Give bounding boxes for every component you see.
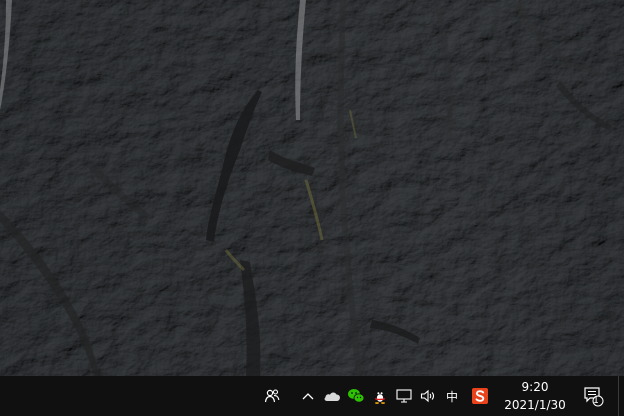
system-clock[interactable]: 9:20 2021/1/30 xyxy=(496,376,574,416)
desktop-screen: 中 9:20 2021/1/30 1 xyxy=(0,0,624,416)
desktop-wallpaper xyxy=(0,0,624,376)
show-desktop-button[interactable] xyxy=(618,376,624,416)
wechat-icon[interactable] xyxy=(345,376,367,416)
clock-date: 2021/1/30 xyxy=(504,398,566,412)
volume-icon[interactable] xyxy=(418,376,438,416)
taskbar: 中 9:20 2021/1/30 1 xyxy=(0,376,624,416)
clock-time: 9:20 xyxy=(521,380,549,394)
show-hidden-icons-chevron[interactable] xyxy=(300,376,316,416)
ime-mode-label: 中 xyxy=(445,389,458,404)
people-icon[interactable] xyxy=(262,376,282,416)
qq-penguin-icon[interactable] xyxy=(370,376,390,416)
network-icon[interactable] xyxy=(394,376,414,416)
notification-count-badge: 1 xyxy=(593,396,599,406)
sogou-ime-icon[interactable] xyxy=(469,376,491,416)
ime-mode-indicator[interactable]: 中 xyxy=(443,376,461,416)
onedrive-cloud-icon[interactable] xyxy=(322,376,342,416)
